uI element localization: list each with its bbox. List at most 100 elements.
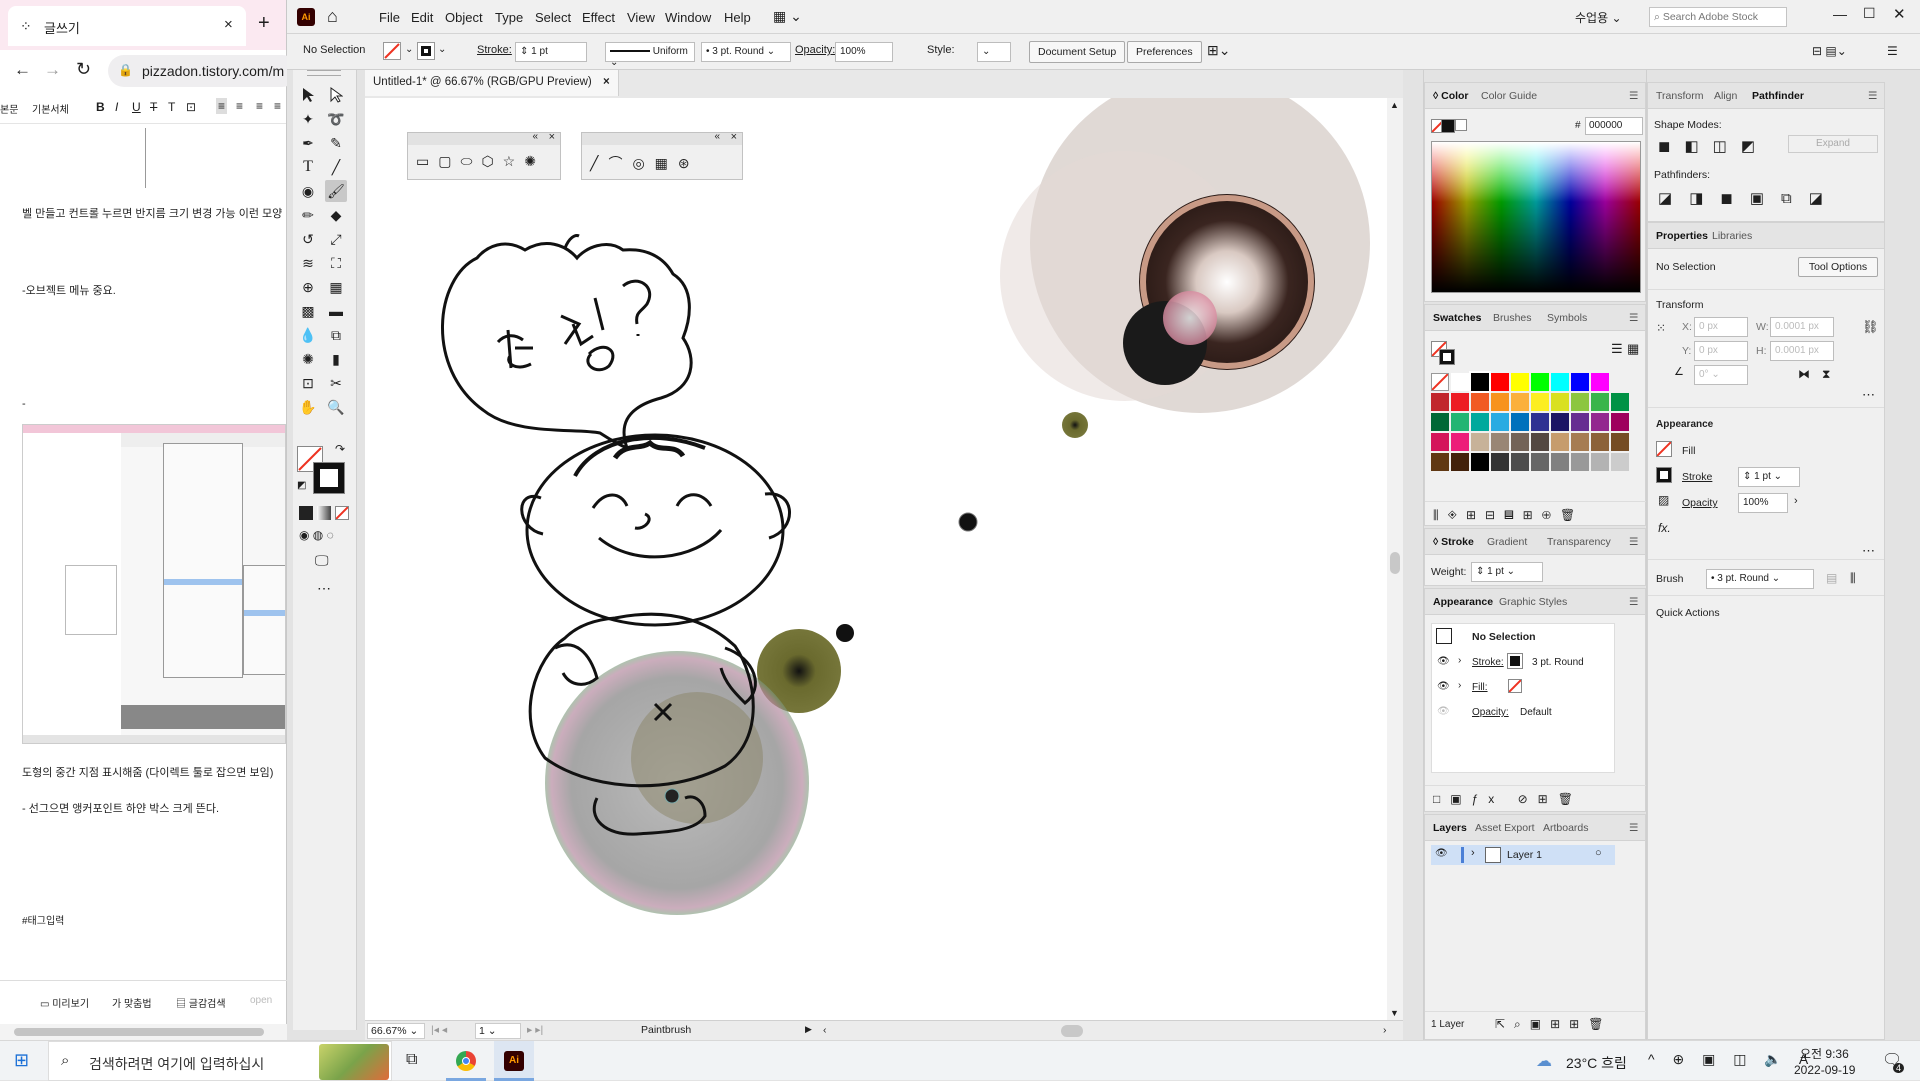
tab-swatches[interactable]: Swatches [1433, 312, 1481, 324]
minus-front-icon[interactable]: ◧ [1684, 138, 1712, 155]
layer-expand-icon[interactable]: › [1471, 847, 1475, 859]
eraser-tool-icon[interactable]: ◆ [325, 204, 347, 226]
italic-icon[interactable]: I [115, 100, 118, 114]
tab-asset-export[interactable]: Asset Export [1475, 822, 1535, 834]
tab-pathfinder[interactable]: Pathfinder [1752, 90, 1804, 102]
draw-normal-icon[interactable]: ◉ ◍ ◌ [299, 528, 334, 542]
artboard-field[interactable]: 1 ⌄ [475, 1023, 521, 1039]
user-dropdown[interactable]: 수업용 ⌄ [1575, 9, 1622, 26]
color-swatch[interactable] [1491, 413, 1509, 431]
arrange-documents-icon[interactable]: ⊞⌄ [1207, 42, 1230, 59]
color-swatch[interactable] [1571, 393, 1589, 411]
stroke-dropdown-icon[interactable]: ⌄ [438, 44, 446, 55]
minimize-icon[interactable]: — [1833, 6, 1847, 22]
screen-mode-icon[interactable]: 🖵 [315, 552, 329, 569]
brush-definition[interactable]: • 3 pt. Round ⌄ [701, 42, 791, 62]
symbol-sprayer-tool-icon[interactable]: ✺ [297, 348, 319, 370]
color-swatch[interactable] [1471, 433, 1489, 451]
flare-gray-dot[interactable] [664, 788, 680, 804]
color-swatch[interactable] [1451, 373, 1469, 391]
color-swatch[interactable] [1431, 373, 1449, 391]
properties-opacity-field[interactable]: 100% [1738, 493, 1788, 513]
color-swatch[interactable] [1491, 433, 1509, 451]
tab-properties[interactable]: Properties [1656, 230, 1708, 242]
tray-icons[interactable]: ^ ⊕ ▣ ◫ 🔈 A [1648, 1051, 1815, 1068]
appearance-stroke-swatch[interactable] [1507, 653, 1523, 669]
back-icon[interactable]: ← [14, 60, 31, 80]
stroke-menu-icon[interactable]: ☰ [1629, 536, 1638, 548]
vertical-scrollbar[interactable]: ▲ ▼ [1387, 98, 1403, 1022]
expand-chevron-icon[interactable]: › [1458, 680, 1461, 691]
expand-chevron-icon[interactable]: › [1458, 655, 1461, 666]
eyedropper-tool-icon[interactable]: 💧 [297, 324, 319, 346]
color-swatch[interactable] [1451, 433, 1469, 451]
reload-icon[interactable]: ↻ [76, 59, 91, 80]
browser-tab[interactable]: ⁘ 글쓰기 × [8, 6, 246, 46]
blob-brush-tool-icon[interactable]: ✏ [297, 204, 319, 226]
properties-stroke-label[interactable]: Stroke [1682, 471, 1712, 483]
color-swatch[interactable] [1451, 393, 1469, 411]
color-swatch[interactable] [1471, 453, 1489, 471]
stroke-label[interactable]: Stroke: [477, 44, 512, 56]
type-tool-icon[interactable]: T [297, 156, 319, 178]
forward-icon[interactable]: → [44, 60, 61, 80]
expand-button[interactable]: Expand [1788, 135, 1878, 153]
pathfinder-menu-icon[interactable]: ☰ [1868, 90, 1877, 102]
free-transform-tool-icon[interactable]: ⛶ [325, 252, 347, 274]
properties-stroke-swatch[interactable] [1656, 467, 1672, 483]
swatches-menu-icon[interactable]: ☰ [1629, 312, 1638, 324]
brush-options-icon[interactable]: ▤ [1826, 571, 1837, 585]
color-swatch[interactable] [1531, 453, 1549, 471]
layer-target-icon[interactable]: ○ [1595, 847, 1602, 859]
color-swatch[interactable] [1551, 433, 1569, 451]
weight-field[interactable]: ⇕ 1 pt ⌄ [1471, 562, 1543, 582]
color-swatch[interactable] [1571, 433, 1589, 451]
color-swatch[interactable] [1491, 373, 1509, 391]
rotate-tool-icon[interactable]: ↺ [297, 228, 319, 250]
tag-input[interactable]: #태그입력 [22, 912, 64, 927]
material-search-button[interactable]: ▤ 글감검색 [176, 995, 226, 1010]
tab-gradient[interactable]: Gradient [1487, 536, 1527, 548]
clock-time[interactable]: 오전 9:36 [1800, 1045, 1849, 1062]
constrain-proportions-icon[interactable]: ⛓ [1862, 319, 1879, 335]
menu-window[interactable]: Window [665, 10, 711, 25]
menu-type[interactable]: Type [495, 10, 523, 25]
color-swatch[interactable] [1491, 453, 1509, 471]
appearance-fill-row[interactable]: 👁 › Fill: [1432, 675, 1614, 700]
flare-dot-2[interactable] [958, 512, 978, 532]
color-panel-menu-icon[interactable]: ☰ [1629, 90, 1638, 102]
visibility-eye-icon[interactable]: 👁 [1437, 681, 1450, 692]
mesh-tool-icon[interactable]: ▩ [297, 300, 319, 322]
color-swatch[interactable] [1431, 413, 1449, 431]
tab-transform[interactable]: Transform [1656, 90, 1703, 102]
color-swatch[interactable] [1531, 373, 1549, 391]
hex-input[interactable]: 000000 [1585, 117, 1643, 135]
color-swatch[interactable] [1469, 371, 1491, 393]
browser-hscroll-thumb[interactable] [14, 1028, 264, 1036]
edit-toolbar-icon[interactable]: ⋯ [317, 580, 331, 597]
align-center-icon[interactable]: ≡ [236, 99, 243, 113]
fx-icon[interactable]: fx. [1658, 521, 1671, 535]
tab-color[interactable]: ◊ Color [1433, 90, 1469, 102]
layers-menu-icon[interactable]: ☰ [1629, 822, 1638, 834]
swatches-footer-icons[interactable]: ⫼◈⊞⊟▤⊞⊕🗑 [1433, 508, 1584, 523]
color-swatch[interactable] [1571, 453, 1589, 471]
color-swatch[interactable] [1471, 413, 1489, 431]
tab-symbols[interactable]: Symbols [1547, 312, 1587, 324]
color-mode-icon[interactable] [299, 506, 313, 520]
divide-icon[interactable]: ◪ [1658, 190, 1689, 207]
weather-icon[interactable]: ☁ [1536, 1051, 1552, 1071]
close-doc-icon[interactable]: × [603, 76, 610, 88]
slice-tool-icon[interactable]: ✂ [325, 372, 347, 394]
color-swatch[interactable] [1591, 413, 1609, 431]
color-swatch[interactable] [1571, 373, 1589, 391]
color-swatch[interactable] [1611, 453, 1629, 471]
hscroll-left-icon[interactable]: ‹ [823, 1024, 827, 1036]
curvature-tool-icon[interactable]: ✎ [325, 132, 347, 154]
color-swatch[interactable] [1491, 393, 1509, 411]
crop-icon[interactable]: ▣ [1750, 190, 1781, 207]
opacity-arrow-icon[interactable]: › [1794, 495, 1798, 507]
color-swatch[interactable] [1531, 413, 1549, 431]
color-swatch[interactable] [1431, 393, 1449, 411]
visibility-eye-icon[interactable]: 👁 [1437, 706, 1450, 717]
